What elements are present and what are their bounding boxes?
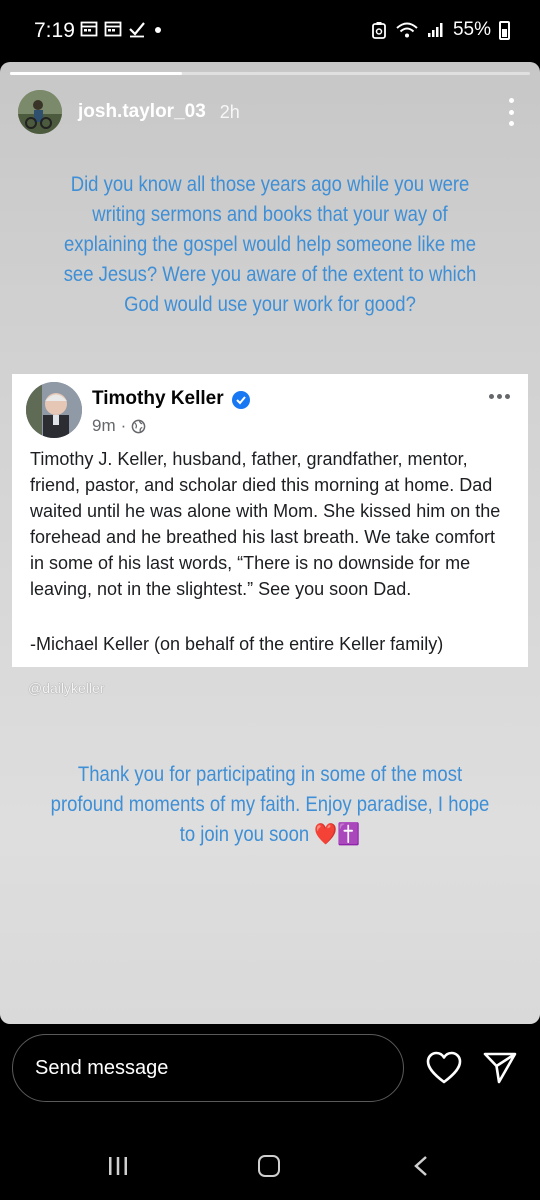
- story-time: 2h: [219, 101, 240, 122]
- watermark: @dailykeller: [28, 680, 105, 696]
- globe-icon: [131, 419, 146, 433]
- story-header: josh.taylor_03 2h: [18, 90, 522, 134]
- avatar[interactable]: [18, 90, 62, 134]
- post-meta: 9m ·: [92, 416, 146, 436]
- navigation-bar: [0, 1120, 540, 1200]
- story-progress-fill: [10, 72, 182, 75]
- data-saver-icon: [372, 22, 386, 39]
- post-author-avatar: [26, 382, 82, 438]
- more-options-icon[interactable]: [504, 98, 518, 126]
- battery-percent: 55%: [452, 19, 491, 40]
- calendar-icon: [104, 21, 122, 37]
- home-icon[interactable]: [258, 1155, 280, 1177]
- story-viewer[interactable]: josh.taylor_03 2h Did you know all those…: [0, 62, 540, 1024]
- story-caption-top: Did you know all those years ago while y…: [63, 173, 477, 316]
- back-icon[interactable]: [412, 1155, 430, 1177]
- verified-badge-icon: [232, 391, 250, 409]
- post-time: 9m: [92, 416, 116, 435]
- facebook-post: Timothy Keller 9m · Timothy J. Keller, h…: [12, 374, 528, 667]
- checkmark-icon: [129, 22, 145, 38]
- reply-bar: Send message: [0, 1024, 540, 1120]
- recents-icon[interactable]: [107, 1156, 129, 1176]
- wifi-icon: [396, 22, 418, 38]
- calendar-icon: [80, 21, 98, 37]
- status-bar: 7:19 55%: [0, 0, 540, 62]
- meta-separator: ·: [120, 416, 127, 435]
- post-body: Timothy J. Keller, husband, father, gran…: [30, 449, 501, 599]
- story-progress-bar: [10, 72, 530, 75]
- notification-icons: [80, 20, 164, 38]
- battery-icon: [499, 20, 510, 40]
- status-time: 7:19: [34, 19, 75, 42]
- dot-icon: [155, 27, 161, 33]
- system-icons: 55%: [371, 19, 510, 41]
- post-author-name: Timothy Keller: [92, 388, 224, 409]
- story-caption-bottom: Thank you for participating in some of t…: [50, 763, 490, 846]
- heart-icon[interactable]: [426, 1051, 462, 1085]
- send-icon[interactable]: [482, 1051, 518, 1085]
- post-signature: -Michael Keller (on behalf of the entire…: [30, 634, 444, 654]
- post-more-icon: [489, 394, 510, 399]
- username[interactable]: josh.taylor_03: [78, 101, 206, 123]
- send-message-input[interactable]: Send message: [12, 1034, 404, 1102]
- signal-icon: [427, 23, 443, 37]
